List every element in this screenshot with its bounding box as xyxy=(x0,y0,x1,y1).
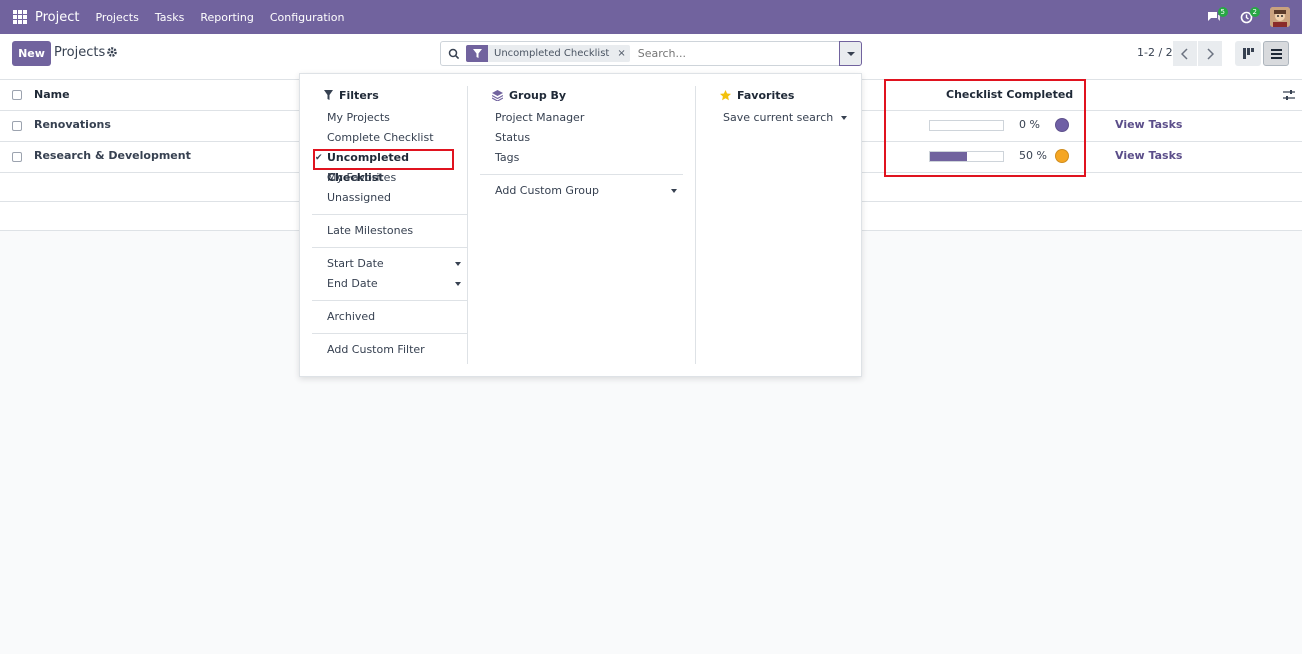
filter-complete-checklist[interactable]: Complete Checklist xyxy=(312,128,467,148)
layers-icon xyxy=(492,89,503,101)
gear-icon[interactable] xyxy=(106,46,118,58)
facet-label: Uncompleted Checklist xyxy=(488,45,616,62)
divider xyxy=(312,333,467,334)
kanban-icon xyxy=(1242,48,1254,59)
top-navbar: Project Projects Tasks Reporting Configu… xyxy=(0,0,1302,34)
checklist-percent: 50 % xyxy=(1019,149,1047,162)
groupby-status[interactable]: Status xyxy=(480,128,683,148)
menu-projects[interactable]: Projects xyxy=(95,11,138,24)
row-checkbox[interactable] xyxy=(12,121,22,131)
filter-end-date[interactable]: End Date xyxy=(312,274,467,294)
menu-configuration[interactable]: Configuration xyxy=(270,11,345,24)
menu-reporting[interactable]: Reporting xyxy=(200,11,253,24)
caret-down-icon xyxy=(846,51,855,56)
column-divider xyxy=(695,86,696,364)
column-checklist-completed[interactable]: Checklist Completed xyxy=(946,88,1073,101)
activities-badge: 2 xyxy=(1249,7,1260,17)
save-current-search[interactable]: Save current search xyxy=(708,108,853,128)
favorites-title: Favorites xyxy=(737,88,795,102)
pager-previous-button[interactable] xyxy=(1173,41,1197,66)
project-name[interactable]: Renovations xyxy=(34,118,111,131)
filters-section: Filters My Projects Complete Checklist ✔… xyxy=(312,86,467,360)
divider xyxy=(480,174,683,175)
checklist-progress-bar xyxy=(929,151,1004,162)
caret-down-icon xyxy=(455,262,461,266)
add-custom-group-label: Add Custom Group xyxy=(495,184,599,197)
groupby-tags[interactable]: Tags xyxy=(480,148,683,168)
groupby-section: Group By Project Manager Status Tags Add… xyxy=(480,86,683,201)
favorites-section: Favorites Save current search xyxy=(708,86,853,128)
check-icon: ✔ xyxy=(315,153,323,163)
divider xyxy=(312,214,467,215)
checklist-progress-fill xyxy=(930,152,967,161)
add-custom-filter[interactable]: Add Custom Filter xyxy=(312,340,467,360)
filter-my-projects[interactable]: My Projects xyxy=(312,108,467,128)
column-name[interactable]: Name xyxy=(34,88,70,101)
breadcrumb-projects: Projects xyxy=(54,45,106,60)
caret-down-icon xyxy=(671,189,677,193)
divider xyxy=(312,300,467,301)
filter-start-date[interactable]: Start Date xyxy=(312,254,467,274)
messages-icon[interactable]: 5 xyxy=(1204,7,1228,27)
app-brand[interactable]: Project xyxy=(35,10,79,25)
caret-down-icon xyxy=(841,116,847,120)
project-name[interactable]: Research & Development xyxy=(34,149,191,162)
activities-clock-icon[interactable]: 2 xyxy=(1236,7,1260,27)
star-icon xyxy=(720,89,731,100)
groupby-project-manager[interactable]: Project Manager xyxy=(480,108,683,128)
filter-start-date-label: Start Date xyxy=(327,257,384,270)
filter-unassigned[interactable]: Unassigned xyxy=(312,188,467,208)
filters-heading: Filters xyxy=(324,86,467,104)
filter-icon xyxy=(324,90,333,100)
new-button[interactable]: New xyxy=(12,41,51,66)
filter-archived[interactable]: Archived xyxy=(312,307,467,327)
search-icon xyxy=(448,48,460,59)
view-tasks-button[interactable]: View Tasks xyxy=(1115,118,1182,131)
status-dot[interactable] xyxy=(1055,118,1069,132)
save-current-search-label: Save current search xyxy=(723,111,834,124)
menu-tasks[interactable]: Tasks xyxy=(155,11,184,24)
view-tasks-button[interactable]: View Tasks xyxy=(1115,149,1182,162)
select-all-checkbox[interactable] xyxy=(12,90,22,100)
groupby-heading: Group By xyxy=(492,86,683,104)
checklist-progress-bar xyxy=(929,120,1004,131)
search-panel-toggle[interactable] xyxy=(839,41,862,66)
checklist-percent: 0 % xyxy=(1019,118,1040,131)
search-facet: Uncompleted Checklist × xyxy=(466,45,630,62)
filter-my-favorites[interactable]: My Favorites xyxy=(312,168,467,188)
messages-badge: 5 xyxy=(1217,7,1228,17)
apps-menu-icon[interactable] xyxy=(13,10,27,24)
search-bar[interactable]: Uncompleted Checklist × xyxy=(440,41,840,66)
user-avatar[interactable] xyxy=(1270,7,1290,27)
optional-columns-icon[interactable] xyxy=(1283,89,1295,101)
filter-late-milestones[interactable]: Late Milestones xyxy=(312,221,467,241)
search-panel-dropdown: Filters My Projects Complete Checklist ✔… xyxy=(299,73,862,377)
divider xyxy=(312,247,467,248)
column-divider xyxy=(467,86,468,364)
facet-remove-button[interactable]: × xyxy=(615,45,630,62)
filters-title: Filters xyxy=(339,88,379,102)
list-icon xyxy=(1270,48,1282,59)
kanban-view-button[interactable] xyxy=(1235,41,1261,66)
pager-next-button[interactable] xyxy=(1198,41,1222,66)
add-custom-group[interactable]: Add Custom Group xyxy=(480,181,683,201)
favorites-heading: Favorites xyxy=(720,86,853,104)
caret-down-icon xyxy=(455,282,461,286)
filter-uncompleted-checklist[interactable]: ✔ Uncompleted Checklist xyxy=(312,148,467,184)
row-checkbox[interactable] xyxy=(12,152,22,162)
search-input[interactable] xyxy=(637,47,838,60)
groupby-title: Group By xyxy=(509,88,567,102)
pager-value[interactable]: 1-2 / 2 xyxy=(1137,46,1173,59)
status-dot[interactable] xyxy=(1055,149,1069,163)
filter-end-date-label: End Date xyxy=(327,277,378,290)
filter-icon xyxy=(466,45,488,62)
list-view-button[interactable] xyxy=(1263,41,1289,66)
